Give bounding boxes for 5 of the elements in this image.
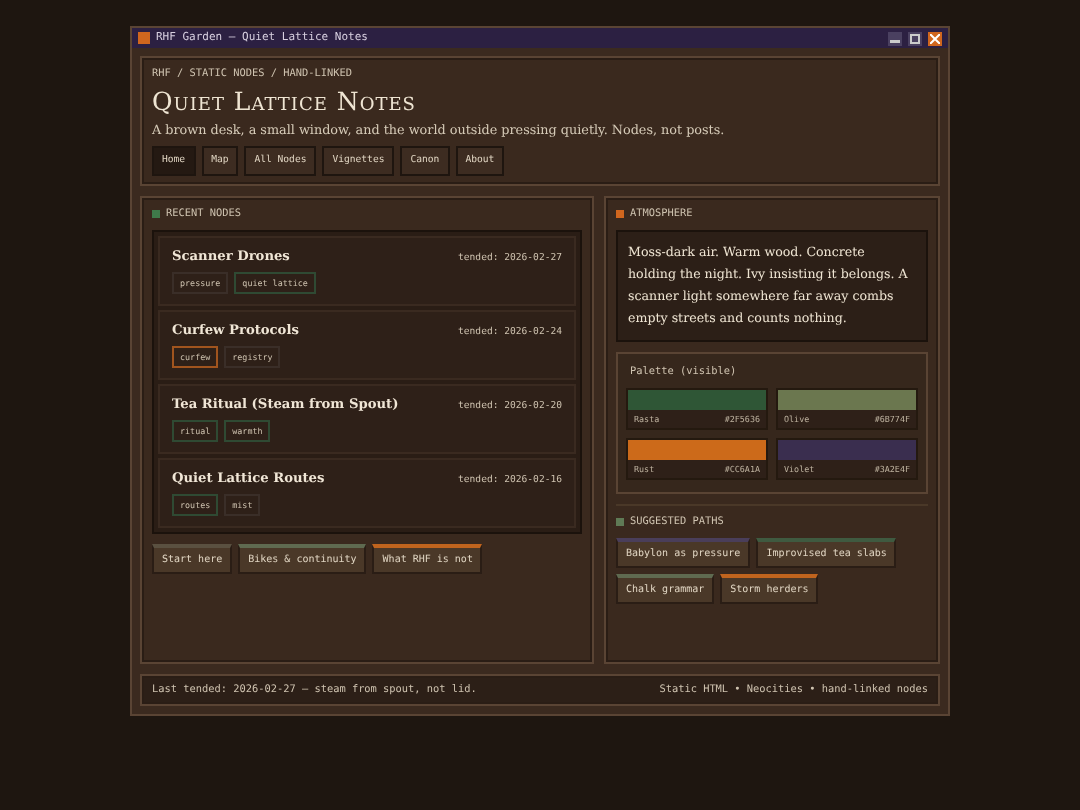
app-icon [138, 32, 150, 44]
minimize-button[interactable] [888, 31, 902, 45]
close-button[interactable] [928, 31, 942, 45]
site-title: Quiet Lattice Notes [152, 86, 418, 116]
maximize-button[interactable] [908, 31, 922, 45]
